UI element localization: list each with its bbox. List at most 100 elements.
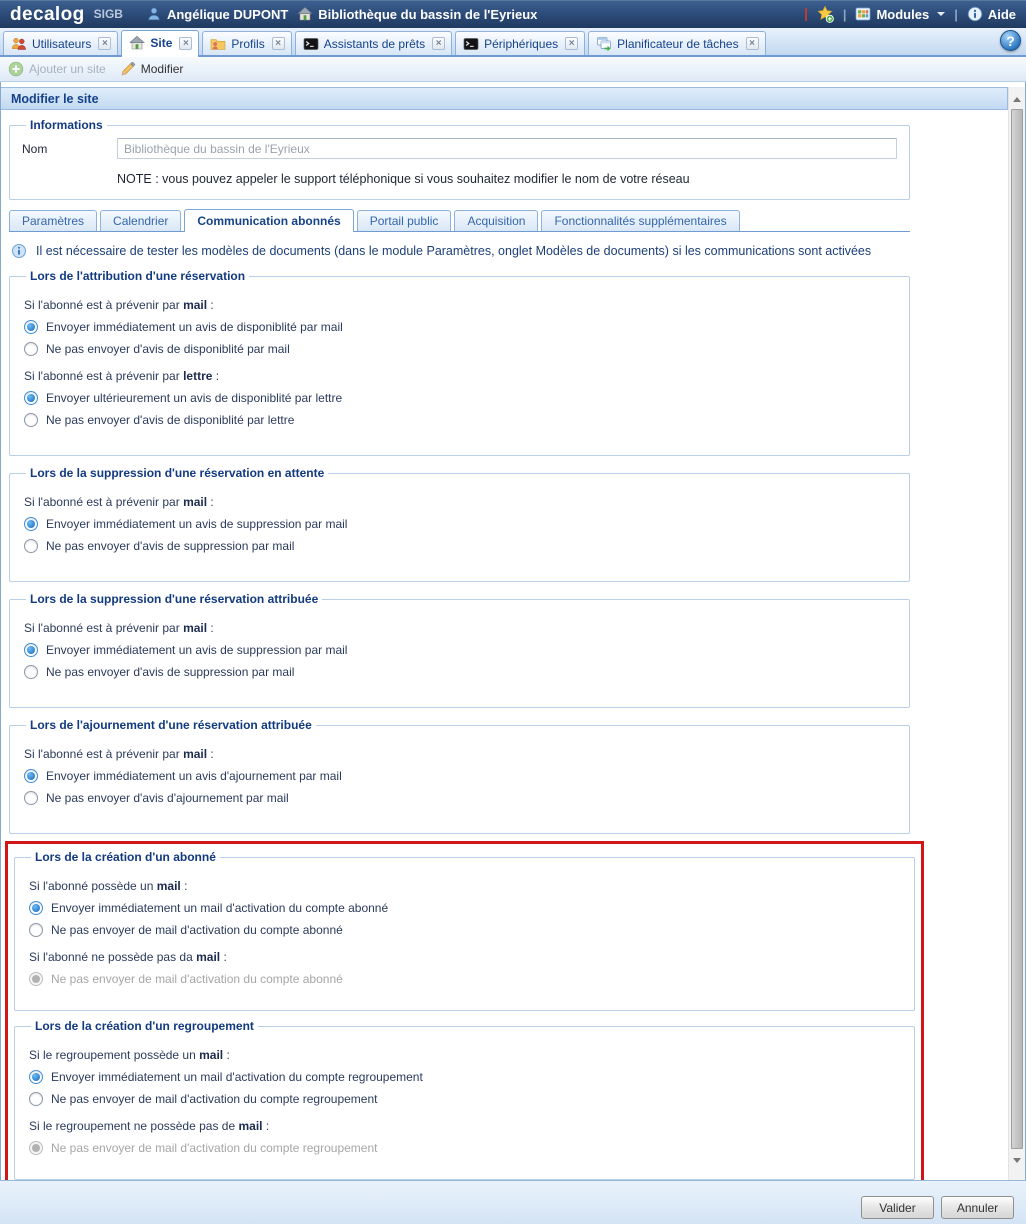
modify-button[interactable]: Modifier — [120, 61, 184, 77]
radio-button[interactable] — [24, 665, 38, 679]
tab-portail-public[interactable]: Portail public — [357, 210, 452, 231]
tab-close-icon[interactable]: × — [565, 37, 578, 50]
terminal-icon — [303, 36, 319, 52]
radio-button[interactable] — [24, 342, 38, 356]
modules-button[interactable]: Modules — [855, 6, 945, 22]
current-user-name: Angélique DUPONT — [167, 7, 288, 22]
informations-fieldset: Informations Nom NOTE : vous pouvez appe… — [9, 118, 910, 200]
tab-close-icon[interactable]: × — [272, 37, 285, 50]
option-row: Ne pas envoyer d'avis d'ajournement par … — [24, 791, 897, 805]
tab-close-icon[interactable]: × — [98, 37, 111, 50]
tab-parametres[interactable]: Paramètres — [9, 210, 97, 231]
tab-label: Assistants de prêts — [324, 37, 425, 51]
radio-button[interactable] — [24, 539, 38, 553]
separator: | — [843, 7, 847, 22]
radio-button[interactable] — [24, 643, 38, 657]
home-icon — [129, 35, 145, 51]
valider-button[interactable]: Valider — [861, 1196, 934, 1219]
option-row: Envoyer immédiatement un mail d'activati… — [29, 1070, 902, 1084]
current-site[interactable]: Bibliothèque du bassin de l'Eyrieux — [297, 6, 537, 22]
radio-label: Envoyer immédiatement un mail d'activati… — [51, 1070, 423, 1084]
option-row: Ne pas envoyer d'avis de disponiblité pa… — [24, 413, 897, 427]
body-panel: Modifier le site Informations Nom NOTE :… — [0, 82, 1026, 1180]
info-circle-icon — [967, 6, 983, 22]
tab-label: Profils — [231, 37, 264, 51]
radio-label: Envoyer immédiatement un avis de suppres… — [46, 643, 347, 657]
add-site-button[interactable]: Ajouter un site — [8, 61, 106, 77]
scroll-down-arrow-icon[interactable] — [1009, 1153, 1025, 1167]
tab-acquisition[interactable]: Acquisition — [454, 210, 538, 231]
radio-label: Ne pas envoyer de mail d'activation du c… — [51, 1141, 377, 1155]
tab-site[interactable]: Site× — [121, 30, 199, 57]
tab-close-icon[interactable]: × — [179, 37, 192, 50]
page-title: Modifier le site — [1, 87, 1008, 110]
favorites-star-icon[interactable] — [816, 5, 834, 23]
tab-close-icon[interactable]: × — [432, 37, 445, 50]
add-site-label: Ajouter un site — [29, 62, 106, 76]
tab-peripheriques[interactable]: Périphériques × — [455, 31, 585, 55]
tab-planificateur-de-taches[interactable]: Planificateur de tâches× — [588, 31, 765, 55]
info-icon — [11, 243, 27, 259]
scroll-up-arrow-icon[interactable] — [1009, 92, 1025, 106]
modules-grid-icon — [855, 6, 871, 22]
tab-label: Périphériques — [484, 37, 558, 51]
window-tabbar-tabs: Utilisateurs×Site×Profils×Assistants de … — [3, 30, 766, 55]
terminal-icon — [463, 36, 479, 52]
radio-button[interactable] — [24, 791, 38, 805]
content-area: Informations Nom NOTE : vous pouvez appe… — [1, 110, 1008, 1180]
option-row: Envoyer immédiatement un avis de disponi… — [24, 320, 897, 334]
radio-button[interactable] — [24, 320, 38, 334]
radio-label: Ne pas envoyer d'avis de suppression par… — [46, 539, 294, 553]
tab-calendrier[interactable]: Calendrier — [100, 210, 181, 231]
radio-button[interactable] — [29, 923, 43, 937]
vertical-scrollbar[interactable] — [1008, 87, 1025, 1180]
section-legend: Lors de la création d'un regroupement — [31, 1019, 258, 1033]
tab-close-icon[interactable]: × — [746, 37, 759, 50]
decalog-logo: decalog — [10, 5, 85, 24]
option-row: Ne pas envoyer de mail d'activation du c… — [29, 923, 902, 937]
group-label: Si le regroupement possède un mail : — [29, 1048, 902, 1062]
radio-button[interactable] — [24, 391, 38, 405]
radio-label: Ne pas envoyer de mail d'activation du c… — [51, 923, 343, 937]
aide-label: Aide — [988, 7, 1016, 22]
section-creation-abonne: Lors de la création d'un abonnéSi l'abon… — [14, 850, 915, 1011]
sigb-logo-suffix: SIGB — [94, 7, 123, 21]
radio-button[interactable] — [24, 769, 38, 783]
group-label: Si l'abonné possède un mail : — [29, 879, 902, 893]
help-button[interactable]: ? — [1000, 30, 1021, 51]
radio-button[interactable] — [29, 1092, 43, 1106]
tab-profils[interactable]: Profils × — [202, 31, 291, 55]
radio-button[interactable] — [24, 517, 38, 531]
aide-button[interactable]: Aide — [967, 6, 1016, 22]
tab-utilisateurs[interactable]: Utilisateurs× — [3, 31, 118, 55]
current-user[interactable]: Angélique DUPONT — [146, 6, 288, 22]
radio-label: Ne pas envoyer d'avis de disponiblité pa… — [46, 413, 294, 427]
section-legend: Lors de l'attribution d'une réservation — [26, 269, 249, 283]
group-label: Si le regroupement ne possède pas de mai… — [29, 1119, 902, 1133]
windows-arrow-icon — [596, 36, 612, 52]
modules-label: Modules — [876, 7, 929, 22]
group-label: Si l'abonné est à prévenir par mail : — [24, 747, 897, 761]
tab-assistants-de-prets[interactable]: Assistants de prêts × — [295, 31, 452, 55]
user-icon — [146, 6, 162, 22]
scrollbar-thumb[interactable] — [1011, 109, 1023, 1149]
nom-label: Nom — [22, 142, 117, 156]
favorites-indicator — [805, 8, 807, 21]
section-attribution-reservation: Lors de l'attribution d'une réservationS… — [9, 269, 910, 456]
annuler-button[interactable]: Annuler — [941, 1196, 1014, 1219]
option-row: Ne pas envoyer de mail d'activation du c… — [29, 1092, 902, 1106]
radio-button[interactable] — [29, 901, 43, 915]
radio-button[interactable] — [24, 413, 38, 427]
sections-container: Lors de l'attribution d'une réservation S… — [9, 269, 1002, 1180]
pencil-icon — [120, 61, 136, 77]
radio-label: Ne pas envoyer de mail d'activation du c… — [51, 972, 343, 986]
radio-button[interactable] — [29, 1070, 43, 1084]
nom-input[interactable] — [117, 138, 897, 159]
tab-fonctionnalites-supplementaires[interactable]: Fonctionnalités supplémentaires — [541, 210, 739, 231]
group-label: Si l'abonné est à prévenir par mail : — [24, 495, 897, 509]
current-site-name: Bibliothèque du bassin de l'Eyrieux — [318, 7, 537, 22]
info-message-text: Il est nécessaire de tester les modèles … — [36, 244, 871, 258]
tab-communication-abonnes[interactable]: Communication abonnés — [184, 209, 353, 232]
radio-label: Envoyer immédiatement un avis de disponi… — [46, 320, 343, 334]
note-text: NOTE : vous pouvez appeler le support té… — [117, 172, 897, 186]
